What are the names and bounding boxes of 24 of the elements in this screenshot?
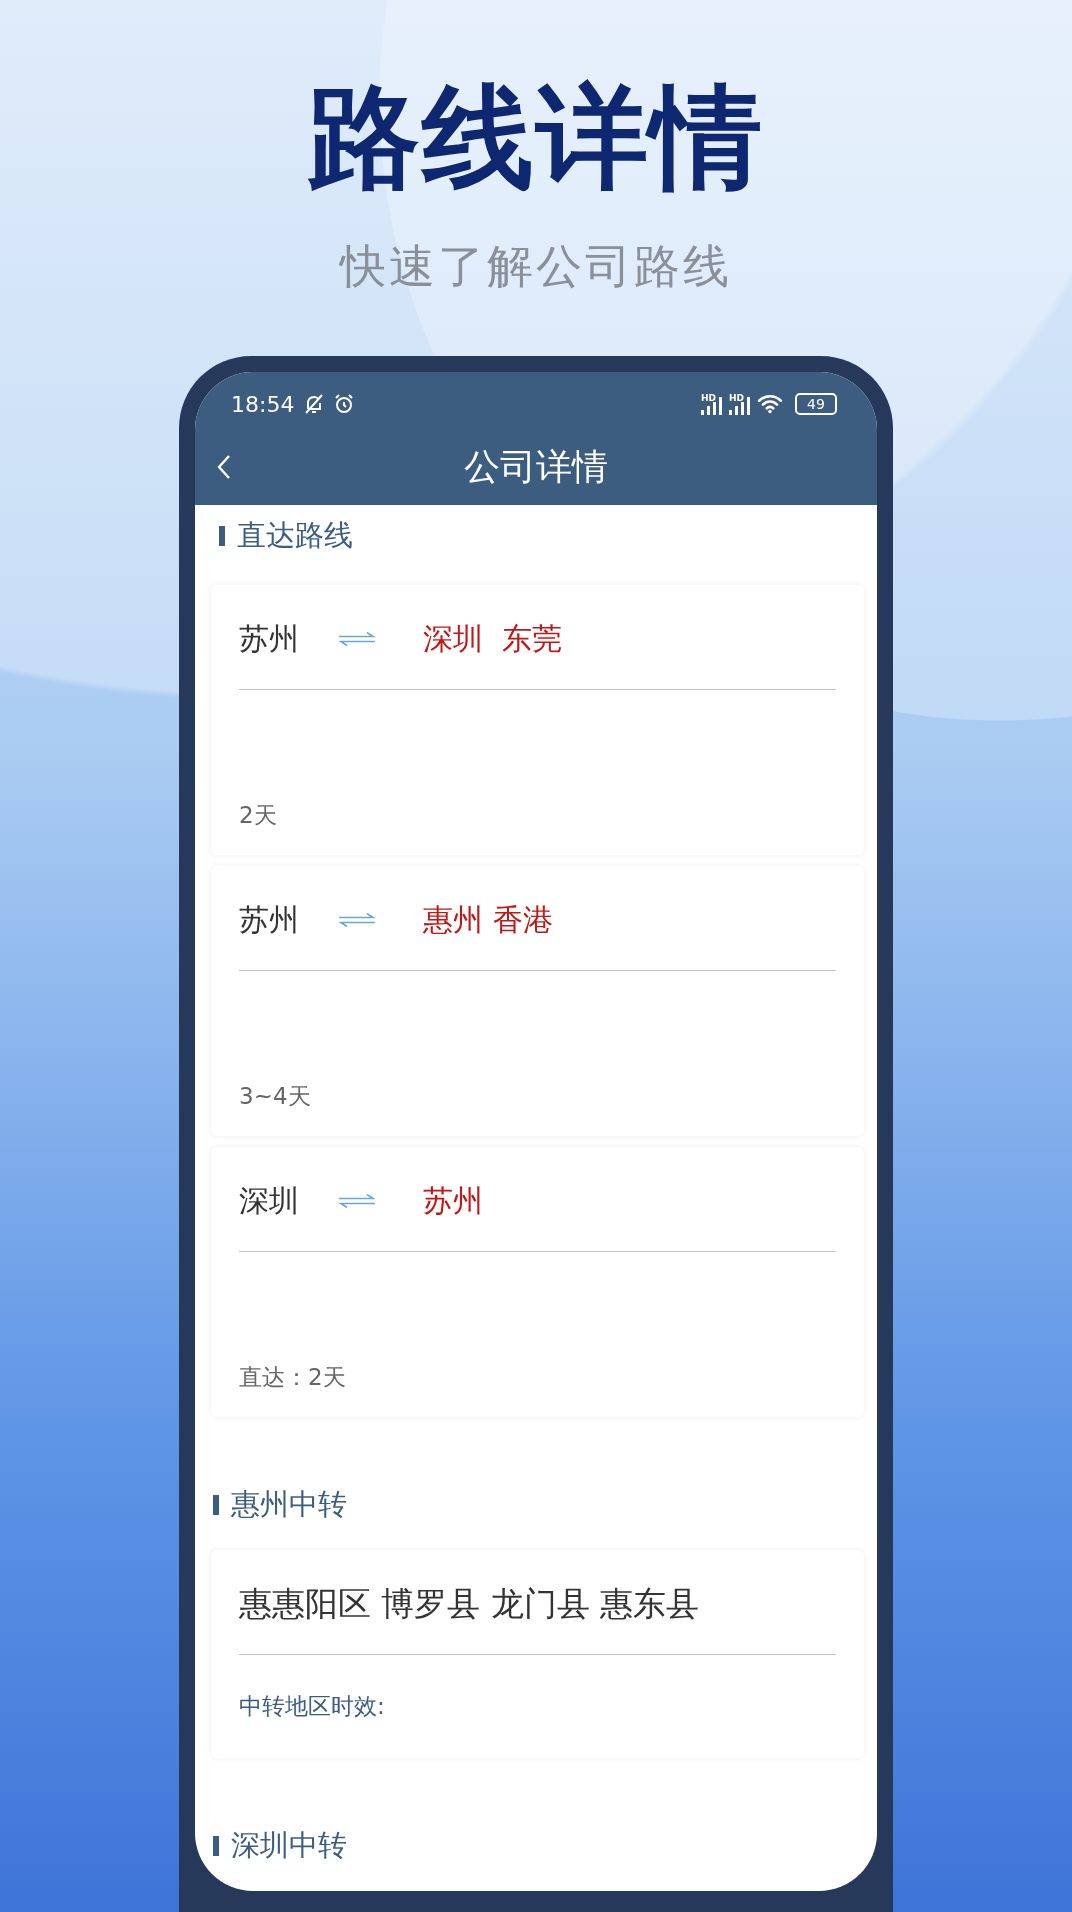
battery-icon: 49 (795, 393, 837, 415)
destination-cities: 惠州 香港 (423, 900, 553, 939)
wifi-icon (757, 394, 783, 414)
origin-city: 苏州 (239, 619, 300, 658)
section-title: 惠州中转 (231, 1486, 347, 1523)
section-title: 深圳中转 (231, 1827, 347, 1864)
destination-cities: 深圳 东莞 (423, 619, 563, 658)
screen-title: 公司详情 (464, 445, 608, 489)
headline: 路线详情 (308, 72, 764, 202)
section-title: 直达路线 (237, 517, 353, 554)
origin-city: 深圳 (239, 1181, 300, 1220)
transit-time: 3~4天 (239, 1082, 312, 1111)
transfer-areas: 惠惠阳区 博罗县 龙门县 惠东县 (239, 1581, 700, 1627)
section-marker (213, 1495, 219, 1515)
transit-time: 2天 (239, 801, 278, 830)
section-marker (213, 1836, 219, 1856)
section-marker (219, 526, 225, 546)
transit-time: 直达：2天 (239, 1363, 347, 1392)
subtitle: 快速了解公司路线 (340, 238, 732, 295)
origin-city: 苏州 (239, 900, 300, 939)
status-time: 18:54 (231, 391, 295, 417)
transit-time-label: 中转地区时效: (239, 1692, 386, 1721)
destination-cities: 苏州 (423, 1181, 483, 1220)
back-icon (217, 454, 231, 480)
